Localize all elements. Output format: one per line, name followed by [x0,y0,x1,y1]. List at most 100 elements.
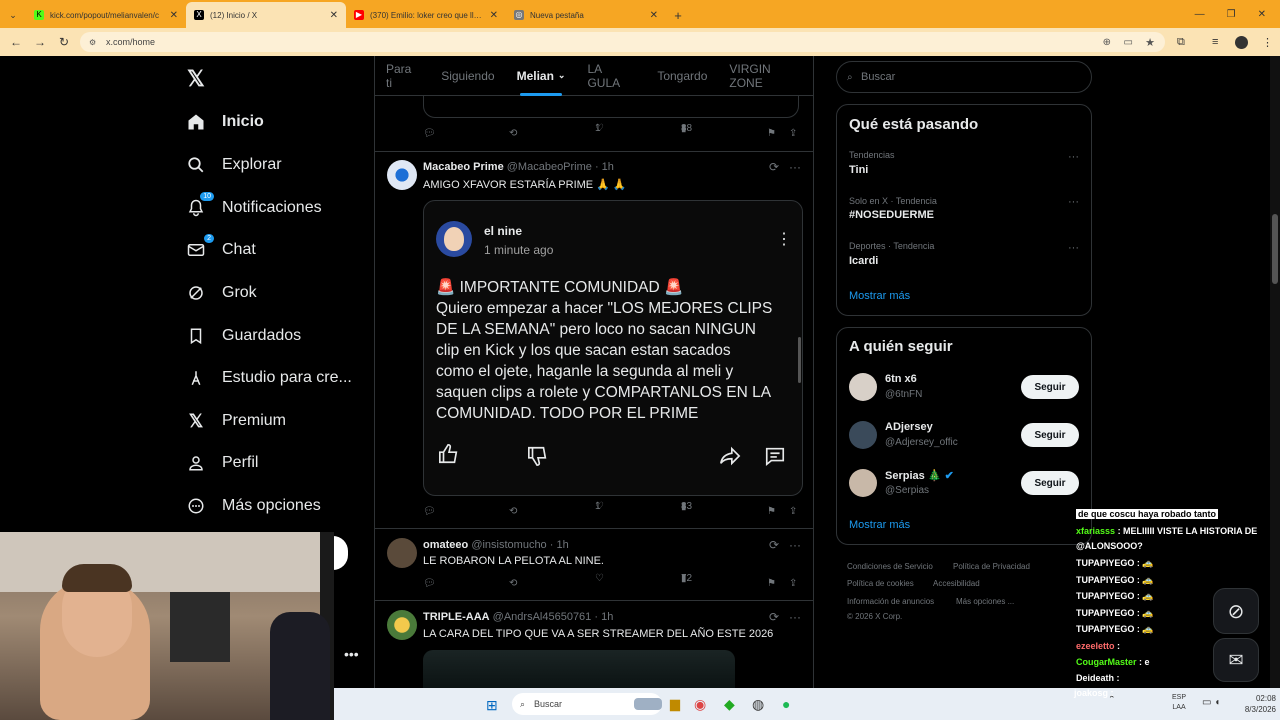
windows-start-icon[interactable]: ⊞ [486,697,498,714]
site-info-icon[interactable]: ⚙ [89,38,96,47]
footer-link[interactable]: Accesibilidad [933,579,980,588]
tab-melian[interactable]: Melian ⌄ [506,56,577,96]
close-tab-icon[interactable]: ✕ [490,10,498,21]
trend-item[interactable]: Icardi [849,255,878,267]
embed-menu-icon[interactable]: ⋮ [776,229,792,249]
follow-name[interactable]: 6tn x6 [885,373,917,385]
reply-icon[interactable]: 💬︎ [423,128,436,139]
close-tab-icon[interactable]: ✕ [170,10,178,21]
zoom-icon[interactable]: ⊕ [1103,37,1111,48]
account-more-icon[interactable]: ••• [344,646,359,662]
media-icon[interactable]: ≡ [1212,36,1218,48]
sidebar-item-chat[interactable]: 2 Chat [186,234,256,265]
post-media[interactable] [423,650,735,688]
sidebar-item-inicio[interactable]: Inicio [186,107,264,137]
repost-icon[interactable]: ⟲ [509,578,517,589]
tab-para-ti[interactable]: Para ti [375,56,430,96]
restore-icon[interactable]: ❐ [1227,9,1236,20]
post-author[interactable]: omateeo @insistomucho · 1h [423,539,569,551]
browser-tab-youtube[interactable]: ▶ (370) Emilio: loker creo que llegó ✕ [346,2,506,28]
footer-link[interactable]: Política de cookies [847,579,914,588]
tab-la-gula[interactable]: LA GULA [576,56,646,96]
follow-button[interactable]: Seguir [1021,423,1079,447]
close-tab-icon[interactable]: ✕ [330,10,338,21]
thumbs-up-icon[interactable] [438,443,460,470]
follow-name[interactable]: ADjersey [885,421,933,433]
avatar[interactable] [849,421,877,449]
share-arrow-icon[interactable] [719,445,741,472]
avatar[interactable] [387,160,417,190]
browser-tab-kick[interactable]: K kick.com/popout/melianvalen/c ✕ [26,2,186,28]
trend-more-icon[interactable]: ··· [1068,242,1079,254]
follow-button[interactable]: Seguir [1021,471,1079,495]
extensions-icon[interactable]: ⧉ [1177,36,1185,49]
trend-item[interactable]: Tini [849,164,868,176]
trend-more-icon[interactable]: ··· [1068,151,1079,163]
post-author[interactable]: Macabeo Prime @MacabeoPrime · 1h [423,161,614,173]
tab-virgin-zone[interactable]: VIRGIN ZONE [718,56,813,96]
sidebar-item-grok[interactable]: Grok [186,278,257,308]
follow-name[interactable]: Serpias 🎄 ✔ [885,469,954,482]
grok-float-button[interactable]: ⊘ [1213,588,1259,634]
back-icon[interactable]: ← [4,35,28,49]
share-icon[interactable]: ⇪ [789,578,797,589]
tab-siguiendo[interactable]: Siguiendo [430,56,505,96]
share-icon[interactable]: ⇪ [789,128,797,139]
sidebar-item-guardados[interactable]: Guardados [186,321,301,351]
browser-tab-x[interactable]: X (12) Inicio / X ✕ [186,2,346,28]
avatar[interactable] [387,538,417,568]
avatar[interactable] [849,469,877,497]
reply-icon[interactable]: 💬︎ [423,578,436,589]
app-icon[interactable]: ◆ [724,696,735,713]
footer-link[interactable]: Más opciones ... [956,597,1014,606]
new-tab-icon[interactable]: + [666,2,690,28]
footer-link[interactable]: Política de Privacidad [953,562,1030,571]
sidebar-item-mas-opciones[interactable]: Más opciones [186,491,321,521]
minimize-icon[interactable]: — [1195,9,1205,20]
close-window-icon[interactable]: ✕ [1258,9,1266,20]
network-icon[interactable]: ▭ ◖ [1202,697,1220,708]
share-icon[interactable]: ⇪ [789,506,797,517]
bookmark-star-icon[interactable]: ★ [1145,36,1155,49]
steam-icon[interactable]: ◍ [752,696,764,713]
tab-tongardo[interactable]: Tongardo [646,56,718,96]
avatar[interactable] [387,610,417,640]
embedded-card[interactable]: el nine 1 minute ago ⋮ 🚨 IMPORTANTE COMU… [423,200,803,496]
repost-icon[interactable]: ⟲ [509,128,517,139]
avatar[interactable] [849,373,877,401]
bookmark-post-icon[interactable]: ⚑ [767,578,776,589]
spotify-icon[interactable]: ● [782,696,790,712]
follow-button[interactable]: Seguir [1021,375,1079,399]
sidebar-item-explorar[interactable]: Explorar [186,150,282,180]
bookmark-post-icon[interactable]: ⚑ [767,128,776,139]
reply-icon[interactable]: 💬︎ [423,506,436,517]
sidebar-item-notificaciones[interactable]: 10 Notificaciones [186,192,322,223]
footer-link[interactable]: Información de anuncios [847,597,934,606]
browser-tab-new[interactable]: ◎ Nueva pestaña ✕ [506,2,666,28]
chrome-icon[interactable]: ◉ [694,696,706,713]
sidebar-item-premium[interactable]: 𝕏 Premium [186,406,286,436]
post-author[interactable]: TRIPLE-AAA @AndrsAl45650761 · 1h [423,611,613,623]
show-more-link[interactable]: Mostrar más [849,519,910,531]
profile-avatar[interactable] [1235,36,1248,49]
thumbs-down-icon[interactable] [527,445,549,472]
bookmark-post-icon[interactable]: ⚑ [767,506,776,517]
close-tab-icon[interactable]: ✕ [650,10,658,21]
menu-icon[interactable]: ⋮ [1262,36,1273,49]
tab-search-icon[interactable]: ⌄ [0,2,26,28]
url-input[interactable]: ⚙ x.com/home ⊕ ▭ ★ [80,32,1165,52]
scrollbar-thumb[interactable] [1272,214,1278,284]
show-more-link[interactable]: Mostrar más [849,290,910,302]
sidebar-item-estudio[interactable]: Estudio para cre... [186,363,352,393]
messages-float-button[interactable]: ✉ [1213,638,1259,682]
sidebar-item-perfil[interactable]: Perfil [186,448,258,478]
post-more-icon[interactable]: ⟳ ··· [769,160,801,174]
post-more-icon[interactable]: ⟳ ··· [769,610,801,624]
reload-icon[interactable]: ↻ [52,35,76,49]
embed-scrollbar[interactable] [798,337,801,383]
forward-icon[interactable]: → [28,35,52,49]
x-logo-icon[interactable]: 𝕏 [187,66,205,92]
trend-more-icon[interactable]: ··· [1068,196,1079,208]
cast-icon[interactable]: ▭ [1124,37,1133,48]
trend-item[interactable]: #NOSEDUERME [849,209,934,221]
